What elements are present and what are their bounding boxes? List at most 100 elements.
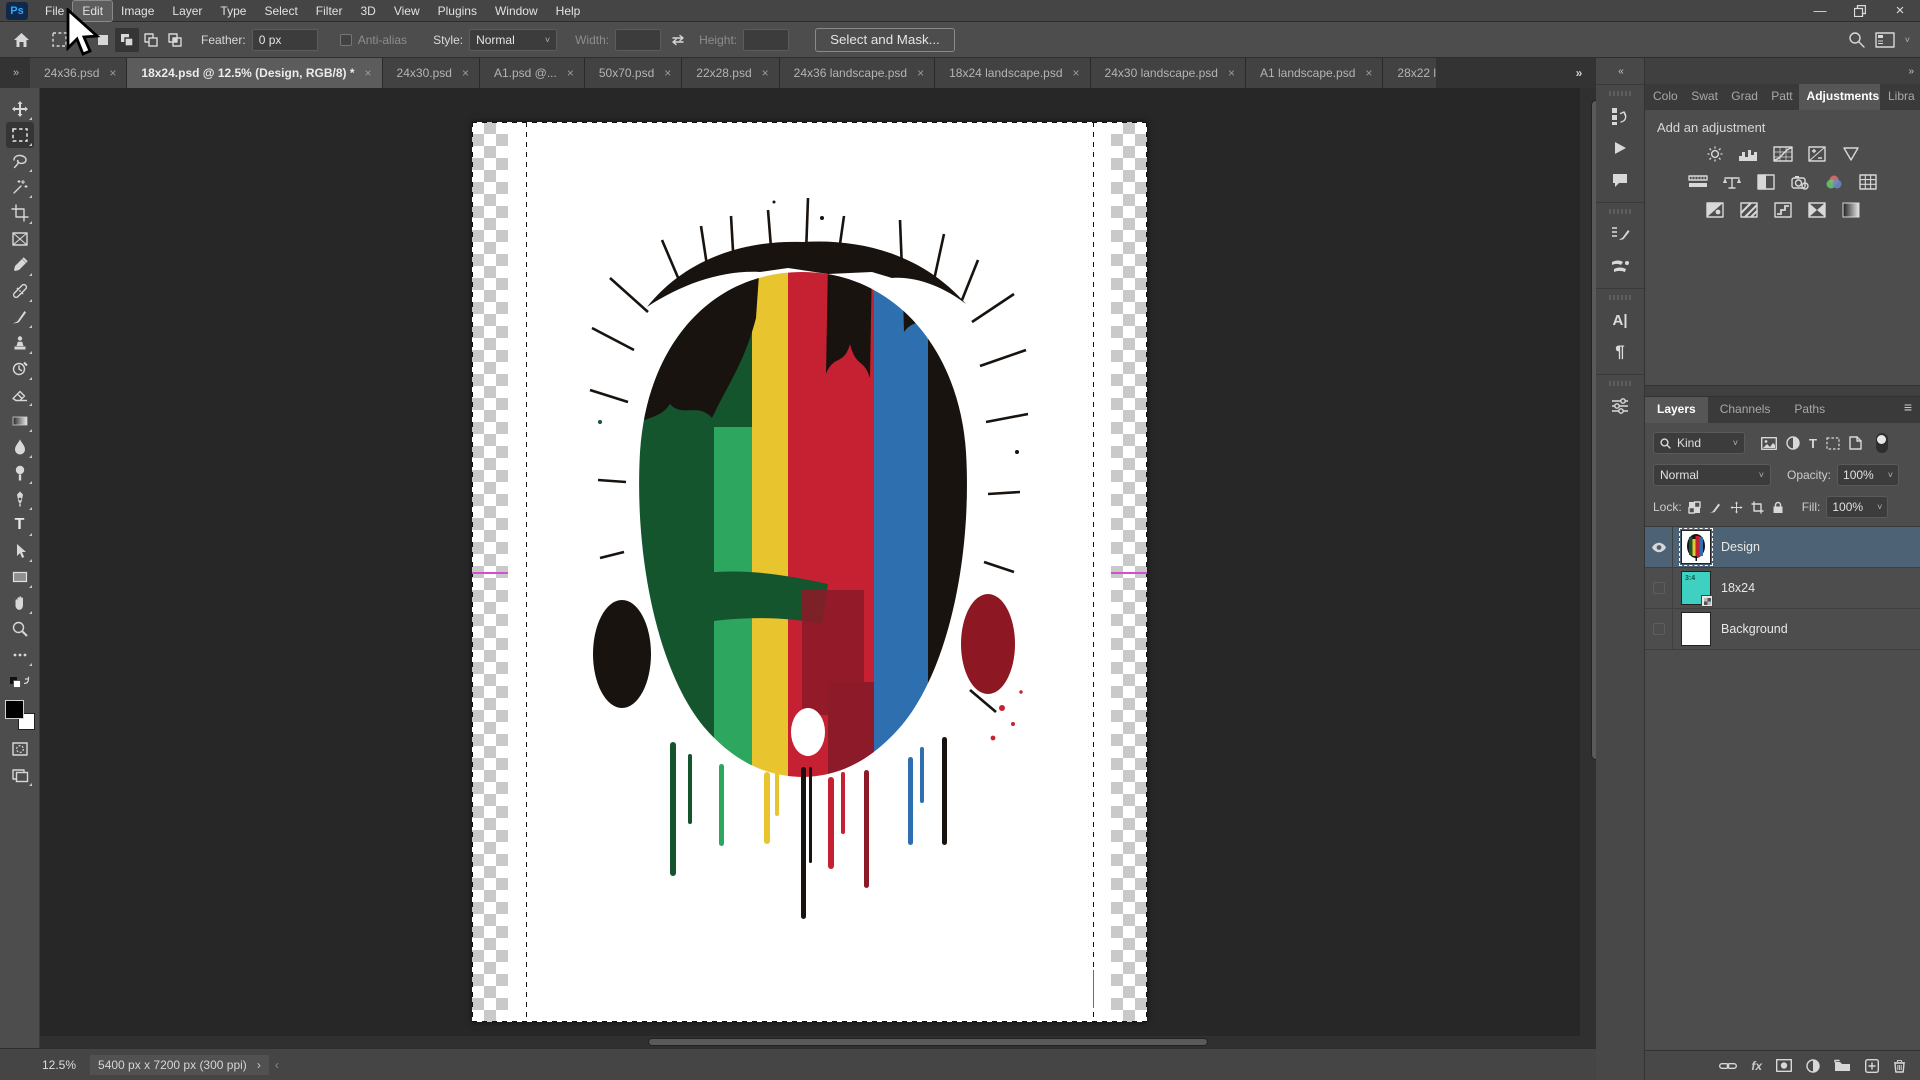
document-canvas[interactable] — [472, 122, 1147, 1022]
tab-close-icon[interactable]: × — [762, 66, 769, 80]
panel-grip[interactable] — [1609, 209, 1631, 214]
eraser-tool[interactable] — [6, 382, 34, 408]
document-tab[interactable]: 24x30.psd × — [383, 58, 480, 88]
edit-toolbar-button[interactable] — [6, 642, 34, 668]
pen-tool[interactable] — [6, 486, 34, 512]
layers-panel-tab[interactable]: Layers — [1645, 397, 1708, 423]
clone-stamp-tool[interactable] — [6, 330, 34, 356]
paragraph-panel-button[interactable]: ¶ — [1603, 336, 1637, 368]
home-button[interactable] — [8, 27, 34, 53]
lock-all-icon[interactable] — [1772, 501, 1784, 514]
filter-adjustment-layers-icon[interactable] — [1786, 436, 1800, 450]
swap-dimensions-button[interactable] — [665, 27, 691, 53]
menu-item[interactable]: Help — [547, 1, 590, 21]
history-brush-tool[interactable] — [6, 356, 34, 382]
photoshop-logo[interactable]: Ps — [6, 2, 28, 20]
delete-layer-icon[interactable] — [1893, 1059, 1906, 1073]
link-layers-icon[interactable] — [1719, 1061, 1737, 1071]
panel-tab[interactable]: Grad — [1723, 84, 1763, 110]
document-tab[interactable]: A1.psd @... × — [480, 58, 585, 88]
layers-menu-icon[interactable]: ≡ — [1896, 399, 1920, 415]
quick-mask-button[interactable] — [6, 736, 34, 762]
panel-grip[interactable] — [1609, 381, 1631, 386]
dodge-tool[interactable] — [6, 460, 34, 486]
canvas-pasteboard[interactable] — [40, 88, 1580, 1048]
filter-smart-objects-icon[interactable] — [1849, 436, 1862, 450]
healing-brush-tool[interactable] — [6, 278, 34, 304]
document-tab[interactable]: 28x22 l × — [1383, 58, 1436, 88]
adjustment-black-white-icon[interactable] — [1755, 173, 1777, 191]
tool-preset-button[interactable] — [48, 27, 74, 53]
foreground-color-swatch[interactable] — [5, 700, 24, 719]
menu-item[interactable]: Plugins — [429, 1, 486, 21]
layer-row-design[interactable]: Design — [1645, 527, 1920, 568]
panel-tab[interactable]: Libra — [1880, 84, 1920, 110]
filter-pixel-layers-icon[interactable] — [1761, 437, 1777, 450]
workspace-chevron-icon[interactable]: ˅ — [1905, 35, 1910, 45]
default-swap-colors-control[interactable] — [6, 674, 34, 694]
adjustment-hue-saturation-icon[interactable] — [1687, 173, 1709, 191]
panel-tab[interactable]: Adjustments — [1799, 84, 1880, 110]
antialias-control[interactable]: Anti-alias — [340, 33, 407, 47]
lock-artboard-icon[interactable] — [1751, 501, 1764, 514]
path-selection-tool[interactable] — [6, 538, 34, 564]
document-tab[interactable]: 24x36 landscape.psd × — [780, 58, 935, 88]
adjustment-color-balance-icon[interactable] — [1721, 173, 1743, 191]
tab-close-icon[interactable]: × — [664, 66, 671, 80]
move-tool[interactable] — [6, 96, 34, 122]
zoom-level-field[interactable]: 12.5% — [42, 1058, 76, 1072]
menu-item[interactable]: Type — [211, 1, 255, 21]
history-panel-button[interactable] — [1603, 100, 1637, 132]
screen-mode-button[interactable] — [6, 762, 34, 788]
visibility-cell[interactable] — [1645, 609, 1673, 650]
tab-close-icon[interactable]: × — [567, 66, 574, 80]
panel-grip[interactable] — [1609, 91, 1631, 96]
layer-effects-icon[interactable]: fx — [1751, 1059, 1762, 1073]
adjustment-exposure-icon[interactable] — [1806, 145, 1828, 163]
panel-tab[interactable]: Swat — [1683, 84, 1723, 110]
panel-tab[interactable]: Colo — [1645, 84, 1683, 110]
new-adjustment-layer-icon[interactable] — [1806, 1059, 1820, 1073]
menu-item[interactable]: File — [36, 1, 73, 21]
menu-item[interactable]: View — [385, 1, 429, 21]
layer-row-18x24[interactable]: 3:4 18x24 — [1645, 568, 1920, 609]
menu-item[interactable]: Layer — [163, 1, 211, 21]
menu-item[interactable]: Window — [486, 1, 547, 21]
color-swatches-control[interactable] — [5, 700, 35, 730]
layer-filter-toggle[interactable] — [1876, 433, 1888, 453]
menu-item[interactable]: Edit — [73, 1, 112, 21]
document-info-field[interactable]: 5400 px x 7200 px (300 ppi) › — [90, 1055, 269, 1075]
adjustment-channel-mixer-icon[interactable] — [1823, 173, 1845, 191]
tab-close-icon[interactable]: × — [109, 66, 116, 80]
menu-item[interactable]: Select — [255, 1, 306, 21]
adjustment-selective-color-icon[interactable] — [1840, 201, 1862, 219]
zoom-tool[interactable] — [6, 616, 34, 642]
panel-tab[interactable]: Patt — [1763, 84, 1798, 110]
status-back-chevron-icon[interactable]: ‹ — [275, 1058, 279, 1072]
workspace-icon[interactable] — [1875, 32, 1895, 48]
new-group-icon[interactable] — [1834, 1059, 1851, 1072]
layers-panel-tab[interactable]: Paths — [1782, 397, 1837, 423]
blur-tool[interactable] — [6, 434, 34, 460]
tab-overflow-chevron[interactable]: » — [1562, 58, 1596, 88]
comments-panel-button[interactable] — [1603, 164, 1637, 196]
layer-thumbnail[interactable] — [1681, 530, 1711, 564]
layer-name[interactable]: Design — [1721, 540, 1760, 554]
intersect-selection-button[interactable] — [163, 28, 187, 52]
document-tab[interactable]: 22x28.psd × — [682, 58, 779, 88]
layer-thumbnail[interactable] — [1681, 612, 1711, 646]
add-layer-mask-icon[interactable] — [1776, 1059, 1792, 1072]
document-tab[interactable]: A1 landscape.psd × — [1246, 58, 1383, 88]
layer-filter-kind-dropdown[interactable]: Kind ˅ — [1653, 432, 1745, 454]
menu-item[interactable]: Filter — [307, 1, 352, 21]
actions-panel-button[interactable] — [1603, 132, 1637, 164]
lasso-tool[interactable] — [6, 148, 34, 174]
menu-item[interactable]: Image — [112, 1, 163, 21]
tab-close-icon[interactable]: × — [365, 66, 372, 80]
visibility-cell[interactable] — [1645, 568, 1673, 609]
horizontal-scrollbar[interactable] — [40, 1036, 1580, 1048]
character-panel-button[interactable]: A| — [1603, 304, 1637, 336]
adjustment-photo-filter-icon[interactable] — [1789, 173, 1811, 191]
layer-row-background[interactable]: Background — [1645, 609, 1920, 650]
adjustment-brightness-contrast-icon[interactable] — [1704, 145, 1726, 163]
